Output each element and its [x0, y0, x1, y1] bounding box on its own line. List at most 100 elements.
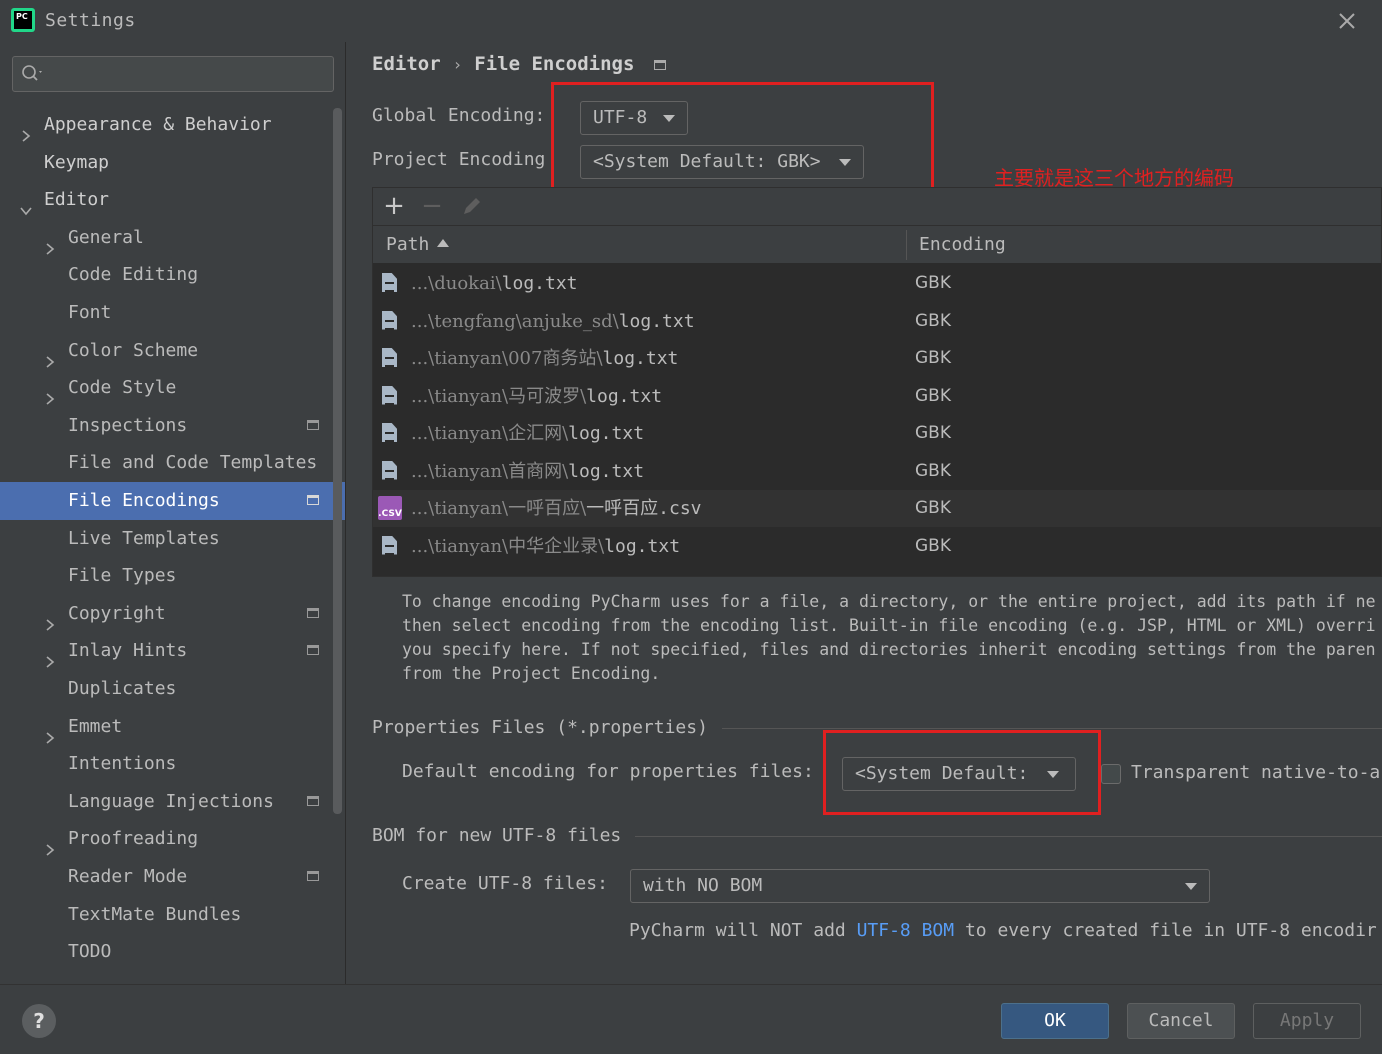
- project-scope-icon: [307, 795, 319, 806]
- sidebar-item-file-types[interactable]: File Types: [0, 557, 345, 595]
- file-encodings-panel: Editor › File Encodings Global Encoding: U…: [347, 42, 1382, 984]
- chevron-right-icon[interactable]: [44, 607, 56, 631]
- encoding-cell[interactable]: GBK: [915, 340, 951, 377]
- encoding-cell[interactable]: GBK: [915, 303, 951, 340]
- table-header: Path Encoding: [373, 226, 1381, 264]
- sidebar-item-file-encodings[interactable]: File Encodings: [0, 482, 345, 520]
- edit-pencil-icon[interactable]: [459, 194, 485, 220]
- sidebar-item-proofreading[interactable]: Proofreading: [0, 820, 345, 858]
- sidebar-item-inspections[interactable]: Inspections: [0, 407, 345, 445]
- sidebar-item-code-style[interactable]: Code Style: [0, 369, 345, 407]
- search-icon: [21, 64, 45, 84]
- sidebar-item-duplicates[interactable]: Duplicates: [0, 670, 345, 708]
- text-file-icon: [382, 535, 397, 555]
- sidebar-item-label: Code Style: [68, 377, 177, 399]
- sidebar-item-label: Inspections: [68, 414, 188, 436]
- settings-search[interactable]: [12, 56, 334, 92]
- sidebar-item-label: Copyright: [68, 602, 166, 624]
- chevron-right-icon[interactable]: [44, 231, 56, 255]
- sidebar-item-editor[interactable]: Editor: [0, 181, 345, 219]
- properties-encoding-label: Default encoding for properties files:: [402, 761, 814, 782]
- encoding-cell[interactable]: GBK: [915, 378, 951, 415]
- sidebar-item-font[interactable]: Font: [0, 294, 345, 332]
- path-cell: ...\tengfang\anjuke_sd\log.txt: [411, 310, 695, 332]
- sidebar-item-code-editing[interactable]: Code Editing: [0, 256, 345, 294]
- sidebar-item-inlay-hints[interactable]: Inlay Hints: [0, 632, 345, 670]
- sidebar-scrollbar[interactable]: [333, 108, 342, 814]
- sidebar-item-todo[interactable]: TODO: [0, 933, 345, 971]
- section-separator: [722, 728, 1382, 729]
- chevron-right-icon[interactable]: [20, 118, 32, 142]
- ok-button[interactable]: OK: [1001, 1003, 1109, 1039]
- sidebar-item-label: File Types: [68, 565, 177, 587]
- close-icon[interactable]: [1336, 10, 1358, 32]
- create-utf8-value: with NO BOM: [643, 875, 763, 896]
- text-file-icon: [382, 385, 397, 405]
- project-scope-icon: [307, 607, 319, 618]
- chevron-down-icon[interactable]: [20, 193, 32, 216]
- sidebar-item-reader-mode[interactable]: Reader Mode: [0, 858, 345, 896]
- sidebar-item-file-and-code-templates[interactable]: File and Code Templates: [0, 444, 345, 482]
- sidebar-item-label: File Encodings: [68, 490, 220, 511]
- encoding-cell[interactable]: GBK: [915, 490, 951, 527]
- settings-sidebar: Appearance & Behavior Keymap Editor General…: [0, 42, 346, 984]
- encoding-cell[interactable]: GBK: [915, 528, 951, 565]
- table-row[interactable]: ...\tianyan\企汇网\log.txt GBK: [373, 415, 1381, 452]
- table-row[interactable]: ...\tianyan\中华企业录\log.txt GBK: [373, 528, 1381, 565]
- encoding-cell[interactable]: GBK: [915, 453, 951, 490]
- create-utf8-dropdown[interactable]: with NO BOM: [630, 869, 1210, 903]
- chevron-right-icon[interactable]: [44, 344, 56, 368]
- sidebar-item-label: Live Templates: [68, 527, 220, 549]
- breadcrumb: Editor › File Encodings: [372, 53, 667, 75]
- sidebar-item-label: TextMate Bundles: [68, 903, 242, 925]
- table-row[interactable]: ...\tengfang\anjuke_sd\log.txt GBK: [373, 303, 1381, 340]
- sidebar-item-appearance-behavior[interactable]: Appearance & Behavior: [0, 106, 345, 144]
- add-mapping-button[interactable]: +: [381, 193, 407, 220]
- properties-section-title: Properties Files (*.properties): [372, 717, 708, 738]
- remove-mapping-button[interactable]: −: [419, 193, 445, 220]
- breadcrumb-separator: ›: [452, 55, 463, 74]
- chevron-right-icon[interactable]: [44, 720, 56, 744]
- sidebar-item-color-scheme[interactable]: Color Scheme: [0, 332, 345, 370]
- search-input[interactable]: [49, 57, 329, 91]
- chevron-right-icon[interactable]: [44, 832, 56, 857]
- sidebar-item-intentions[interactable]: Intentions: [0, 745, 345, 783]
- chevron-right-icon[interactable]: [44, 381, 56, 405]
- cancel-button[interactable]: Cancel: [1127, 1003, 1235, 1039]
- sidebar-item-copyright[interactable]: Copyright: [0, 595, 345, 633]
- breadcrumb-parent[interactable]: Editor: [372, 53, 441, 75]
- text-file-icon: [382, 460, 397, 480]
- table-row[interactable]: .CSV ...\tianyan\一呼百应\一呼百应.csv GBK: [373, 490, 1381, 527]
- text-file-icon: [382, 310, 397, 330]
- path-cell: ...\tianyan\首商网\log.txt: [411, 460, 645, 482]
- help-button[interactable]: ?: [22, 1004, 56, 1038]
- utf8-bom-link[interactable]: UTF-8 BOM: [857, 920, 955, 941]
- sidebar-item-label: Emmet: [68, 715, 123, 737]
- apply-button[interactable]: Apply: [1253, 1003, 1361, 1039]
- sidebar-item-general[interactable]: General: [0, 219, 345, 257]
- table-row[interactable]: ...\tianyan\007商务站\log.txt GBK: [373, 340, 1381, 377]
- table-row[interactable]: ...\tianyan\马可波罗\log.txt GBK: [373, 378, 1381, 415]
- sidebar-item-label: General: [68, 226, 144, 248]
- sidebar-item-language-injections[interactable]: Language Injections: [0, 783, 345, 821]
- transparent-native-to-ascii-checkbox[interactable]: [1101, 764, 1121, 784]
- encoding-column-header[interactable]: Encoding: [906, 226, 1006, 264]
- encoding-help-text: To change encoding PyCharm uses for a fi…: [402, 592, 1376, 683]
- path-column-header[interactable]: Path: [373, 226, 450, 264]
- encoding-cell[interactable]: GBK: [915, 415, 951, 452]
- project-scope-icon: [307, 419, 319, 430]
- table-row[interactable]: ...\duokai\log.txt GBK: [373, 265, 1381, 302]
- encoding-cell[interactable]: GBK: [915, 265, 951, 302]
- transparent-native-to-ascii-label[interactable]: Transparent native-to-a: [1131, 762, 1380, 783]
- window-title: Settings: [45, 10, 136, 31]
- sidebar-item-emmet[interactable]: Emmet: [0, 708, 345, 746]
- sidebar-item-label: File and Code Templates: [68, 452, 318, 474]
- sidebar-item-textmate-bundles[interactable]: TextMate Bundles: [0, 896, 345, 934]
- sidebar-item-label: Proofreading: [68, 828, 199, 850]
- table-row[interactable]: ...\tianyan\首商网\log.txt GBK: [373, 453, 1381, 490]
- sidebar-item-label: Code Editing: [68, 264, 199, 286]
- project-encoding-label: Project Encoding: [372, 149, 546, 170]
- chevron-right-icon[interactable]: [44, 644, 56, 669]
- sidebar-item-keymap[interactable]: Keymap: [0, 144, 345, 182]
- sidebar-item-live-templates[interactable]: Live Templates: [0, 520, 345, 558]
